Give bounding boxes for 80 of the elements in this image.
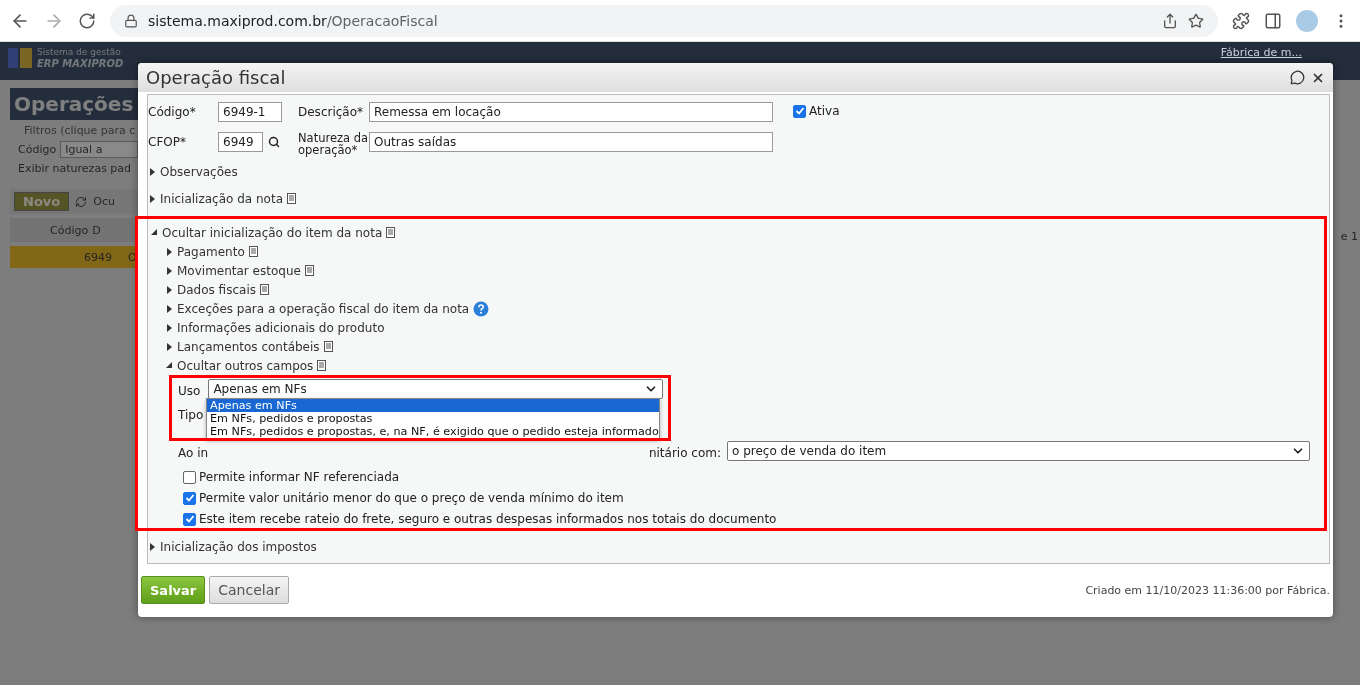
triangle-right-icon: [149, 194, 156, 203]
checkbox[interactable]: [793, 104, 806, 118]
cancel-button[interactable]: Cancelar: [209, 576, 289, 604]
note-icon[interactable]: [248, 246, 258, 257]
section-toggle[interactable]: Ocultar inicialização do item da nota: [151, 223, 1324, 242]
logo-text: Sistema de gestão: [37, 47, 122, 58]
field-label: Código*: [148, 104, 197, 119]
triangle-right-icon: [166, 266, 173, 275]
field-label: Ao in: [178, 444, 209, 460]
section-toggle[interactable]: Lançamentos contábeis: [166, 337, 1324, 356]
page-title: Operações: [10, 88, 138, 120]
code-field[interactable]: 6949-1: [218, 102, 282, 122]
cfop-field[interactable]: 6949: [218, 132, 263, 152]
star-icon[interactable]: [1188, 12, 1204, 29]
section-toggle[interactable]: Dados fiscais: [166, 280, 1324, 299]
user-link[interactable]: Fábrica de m...: [1220, 46, 1302, 59]
checkbox-label: Este item recebe rateio do frete, seguro e outras despesas informados nos totais do documento: [199, 512, 777, 526]
logo-text: ERP MAXIPROD: [37, 58, 124, 69]
filters-legend: Filtros (clique para c: [10, 124, 138, 137]
dropdown-option[interactable]: Em NFs, pedidos e propostas: [207, 412, 659, 425]
pager-text: e 1: [1340, 230, 1358, 243]
toolbar-text: Ocu: [93, 195, 115, 208]
table-cell: 6949: [84, 250, 112, 264]
checkbox-label: Ativa: [809, 104, 840, 118]
triangle-right-icon: [166, 323, 173, 332]
field-label: nitário com:: [648, 444, 721, 460]
field-label: Descrição*: [298, 104, 365, 119]
section-toggle[interactable]: Exceções para a operação fiscal do item da nota: [166, 299, 1324, 318]
note-icon[interactable]: [287, 193, 296, 204]
note-icon[interactable]: [304, 265, 314, 276]
field-label: Uso: [178, 382, 201, 398]
triangle-right-icon: [166, 285, 173, 294]
triangle-right-icon: [149, 542, 156, 551]
section-toggle[interactable]: Observações: [149, 162, 1329, 181]
section-toggle[interactable]: Movimentar estoque: [166, 261, 1324, 280]
triangle-right-icon: [149, 167, 156, 176]
usage-select[interactable]: Apenas em NFs: [208, 379, 664, 399]
lock-icon: [124, 13, 138, 28]
triangle-right-icon: [166, 304, 173, 313]
checkbox[interactable]: [183, 512, 196, 526]
nature-field[interactable]: Outras saídas: [369, 132, 773, 152]
field-label: Tipo: [178, 406, 204, 422]
help-icon[interactable]: [473, 300, 490, 317]
field-label: Natureza da operação*: [298, 132, 369, 156]
triangle-down-icon: [166, 361, 173, 370]
note-icon[interactable]: [386, 227, 396, 238]
price-select[interactable]: o preço de venda do item: [727, 441, 1310, 461]
dropdown-option[interactable]: Em NFs, pedidos e propostas, e, na NF, é exigido que o pedido esteja informado: [207, 425, 659, 438]
created-info: Criado em 11/10/2023 11:36:00 por Fábrica.: [1085, 583, 1330, 597]
search-icon[interactable]: [268, 136, 280, 148]
filter-select[interactable]: Igual a: [60, 141, 138, 158]
refresh-icon[interactable]: [75, 195, 88, 208]
triangle-down-icon: [151, 228, 158, 237]
section-toggle[interactable]: Ocultar outros campos: [166, 356, 1324, 375]
checkbox[interactable]: [183, 470, 196, 484]
field-label: CFOP*: [148, 134, 187, 149]
description-field[interactable]: Remessa em locação: [369, 102, 773, 122]
checkbox-label: Permite informar NF referenciada: [199, 470, 400, 484]
section-toggle[interactable]: Inicialização da nota: [149, 189, 1329, 208]
note-icon[interactable]: [259, 284, 269, 295]
side-panel-icon[interactable]: [1264, 11, 1282, 30]
checkbox[interactable]: [183, 491, 196, 505]
triangle-right-icon: [166, 342, 173, 351]
note-icon[interactable]: [317, 360, 327, 371]
speech-bubble-icon[interactable]: [1290, 70, 1305, 85]
section-toggle[interactable]: Inicialização dos impostos: [149, 537, 1329, 556]
checkbox-label: Permite valor unitário menor do que o preço de venda mínimo do item: [199, 491, 624, 505]
section-toggle[interactable]: Pagamento: [166, 242, 1324, 261]
share-icon[interactable]: [1162, 12, 1178, 29]
dropdown-option[interactable]: Apenas em NFs: [207, 399, 659, 412]
dialog-title: Operação fiscal: [146, 67, 286, 88]
filter-label: Exibir naturezas pad: [18, 162, 132, 175]
logo-icon: [8, 46, 32, 70]
reload-icon[interactable]: [78, 11, 96, 30]
triangle-right-icon: [166, 247, 173, 256]
address-bar[interactable]: sistema.maxiprod.com.br/OperacaoFiscal: [110, 4, 1218, 37]
filter-label: Código: [18, 143, 57, 156]
extensions-icon[interactable]: [1232, 11, 1250, 30]
section-toggle[interactable]: Informações adicionais do produto: [166, 318, 1324, 337]
note-icon[interactable]: [323, 341, 333, 352]
